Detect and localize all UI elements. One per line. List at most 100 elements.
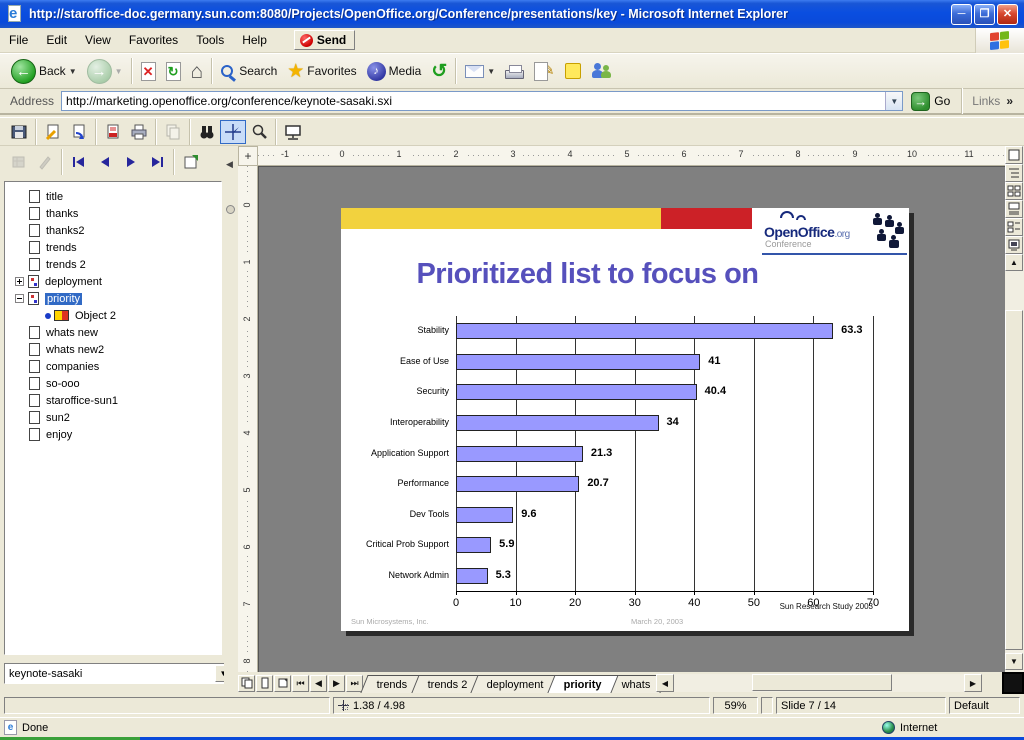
media-button[interactable]: ♪ Media: [362, 55, 427, 87]
scroll-right-button[interactable]: ▶: [964, 674, 982, 692]
first-slide-button[interactable]: [66, 150, 92, 174]
print-document-button[interactable]: [126, 120, 152, 144]
slide-tab-priority[interactable]: priority: [548, 675, 619, 693]
scroll-up-button[interactable]: ▲: [1005, 254, 1023, 271]
address-dropdown-icon[interactable]: ▼: [885, 92, 902, 110]
document-selector[interactable]: keynote-sasaki ▼: [4, 663, 234, 684]
restore-button[interactable]: ❐: [974, 4, 995, 25]
menu-file[interactable]: File: [0, 30, 37, 50]
axis-tick-label: 50: [739, 597, 769, 609]
menu-view[interactable]: View: [76, 30, 120, 50]
panel-splitter[interactable]: ◀: [224, 147, 238, 694]
save-button[interactable]: [6, 120, 32, 144]
horizontal-scrollbar[interactable]: ◀ ▶: [656, 674, 982, 692]
search-button[interactable]: Search: [216, 55, 282, 87]
menu-tools[interactable]: Tools: [187, 30, 233, 50]
next-slide-button[interactable]: [118, 150, 144, 174]
scroll-down-button[interactable]: ▼: [1005, 653, 1023, 670]
go-button[interactable]: → Go: [903, 92, 958, 111]
previous-slide-button[interactable]: [92, 150, 118, 174]
menu-help[interactable]: Help: [233, 30, 276, 50]
last-slide-button[interactable]: [144, 150, 170, 174]
page-mode-button-2[interactable]: [256, 675, 273, 692]
mail-button[interactable]: ▼: [460, 55, 500, 87]
chart-gridline: [754, 316, 755, 591]
edit-file-button[interactable]: [40, 120, 66, 144]
drawing-view-button[interactable]: [1005, 146, 1023, 164]
tree-item-enjoy[interactable]: enjoy: [29, 426, 72, 443]
collapse-panel-icon[interactable]: ◀: [226, 159, 233, 170]
tree-item-companies[interactable]: companies: [29, 358, 99, 375]
page-mode-button-1[interactable]: [238, 675, 255, 692]
close-button[interactable]: ✕: [997, 4, 1018, 25]
chart-bar: [456, 384, 697, 400]
fit-window-button[interactable]: [220, 120, 246, 144]
next-tab-button[interactable]: ▶: [328, 675, 345, 692]
toolbar-separator: [961, 88, 963, 114]
status-zoom-field[interactable]: 59%: [713, 697, 758, 714]
back-button[interactable]: ← Back ▼: [6, 55, 82, 87]
tree-item-whats-new2[interactable]: whats new2: [29, 341, 104, 358]
goto-slide-button[interactable]: [178, 150, 204, 174]
export-pdf-button[interactable]: [100, 120, 126, 144]
tree-item-staroffice-sun1[interactable]: staroffice-sun1: [29, 392, 118, 409]
messenger-button[interactable]: [586, 55, 618, 87]
tree-item-so-ooo[interactable]: so-ooo: [29, 375, 80, 392]
tree-item-title[interactable]: title: [29, 188, 63, 205]
find-button[interactable]: [194, 120, 220, 144]
vertical-scrollbar-thumb[interactable]: [1005, 310, 1023, 650]
minimize-button[interactable]: ─: [951, 4, 972, 25]
collapse-icon[interactable]: [15, 294, 24, 303]
zoom-button[interactable]: [246, 120, 272, 144]
start-presentation-button[interactable]: [1005, 236, 1023, 254]
prev-tab-button[interactable]: ◀: [310, 675, 327, 692]
outline-view-button[interactable]: [1005, 164, 1023, 182]
history-button[interactable]: ↺: [426, 55, 452, 87]
mail-dropdown-icon[interactable]: ▼: [487, 67, 495, 76]
tree-item-trends-2[interactable]: trends 2: [29, 256, 86, 273]
stop-button[interactable]: ✕: [136, 55, 161, 87]
refresh-button[interactable]: ↻: [161, 55, 186, 87]
slides-view-button[interactable]: [1005, 182, 1023, 200]
tree-item-sun2[interactable]: sun2: [29, 409, 70, 426]
notes-view-button[interactable]: [1005, 200, 1023, 218]
menu-favorites[interactable]: Favorites: [120, 30, 187, 50]
tree-item-object-2[interactable]: Object 2: [45, 307, 116, 324]
home-button[interactable]: ⌂: [186, 55, 209, 87]
slide-footer-left: Sun Microsystems, Inc.: [351, 617, 429, 626]
chart-category-label: Interoperability: [341, 417, 449, 427]
document-canvas[interactable]: OpenOffice.org Conference Prioritized li…: [258, 166, 1005, 672]
back-dropdown-icon[interactable]: ▼: [69, 67, 77, 76]
presentation-button[interactable]: [280, 120, 306, 144]
page-mode-button-3[interactable]: [274, 675, 291, 692]
tree-item-trends[interactable]: trends: [29, 239, 77, 256]
tree-item-thanks[interactable]: thanks: [29, 205, 78, 222]
forward-button[interactable]: → ▼: [82, 55, 128, 87]
handout-view-button[interactable]: [1005, 218, 1023, 236]
last-tab-button[interactable]: ⏭: [346, 675, 363, 692]
x-axis-line: [456, 591, 873, 592]
first-tab-button[interactable]: ⏮: [292, 675, 309, 692]
outline-view-icon: [1007, 166, 1021, 180]
address-input[interactable]: [62, 94, 885, 108]
menu-edit[interactable]: Edit: [37, 30, 76, 50]
scroll-left-button[interactable]: ◀: [656, 674, 674, 692]
tree-item-deployment[interactable]: deployment: [15, 273, 102, 290]
discuss-button[interactable]: [560, 55, 586, 87]
tree-item-priority[interactable]: priority: [15, 290, 82, 307]
open-source-button[interactable]: [66, 120, 92, 144]
tree-item-label: priority: [45, 293, 82, 305]
tree-item-label: thanks: [46, 208, 78, 220]
send-button[interactable]: Send: [294, 30, 355, 50]
links-bar[interactable]: Links »: [966, 94, 1021, 108]
horizontal-scrollbar-thumb[interactable]: [752, 674, 892, 691]
favorites-button[interactable]: ★ Favorites: [282, 55, 361, 87]
address-field[interactable]: ▼: [61, 91, 903, 111]
edit-button[interactable]: ✎: [529, 55, 559, 87]
print-button[interactable]: [500, 55, 529, 87]
expand-icon[interactable]: [15, 277, 24, 286]
forward-dropdown-icon: ▼: [115, 67, 123, 76]
chevron-icon[interactable]: »: [1006, 94, 1013, 108]
tree-item-whats-new[interactable]: whats new: [29, 324, 98, 341]
tree-item-thanks2[interactable]: thanks2: [29, 222, 85, 239]
